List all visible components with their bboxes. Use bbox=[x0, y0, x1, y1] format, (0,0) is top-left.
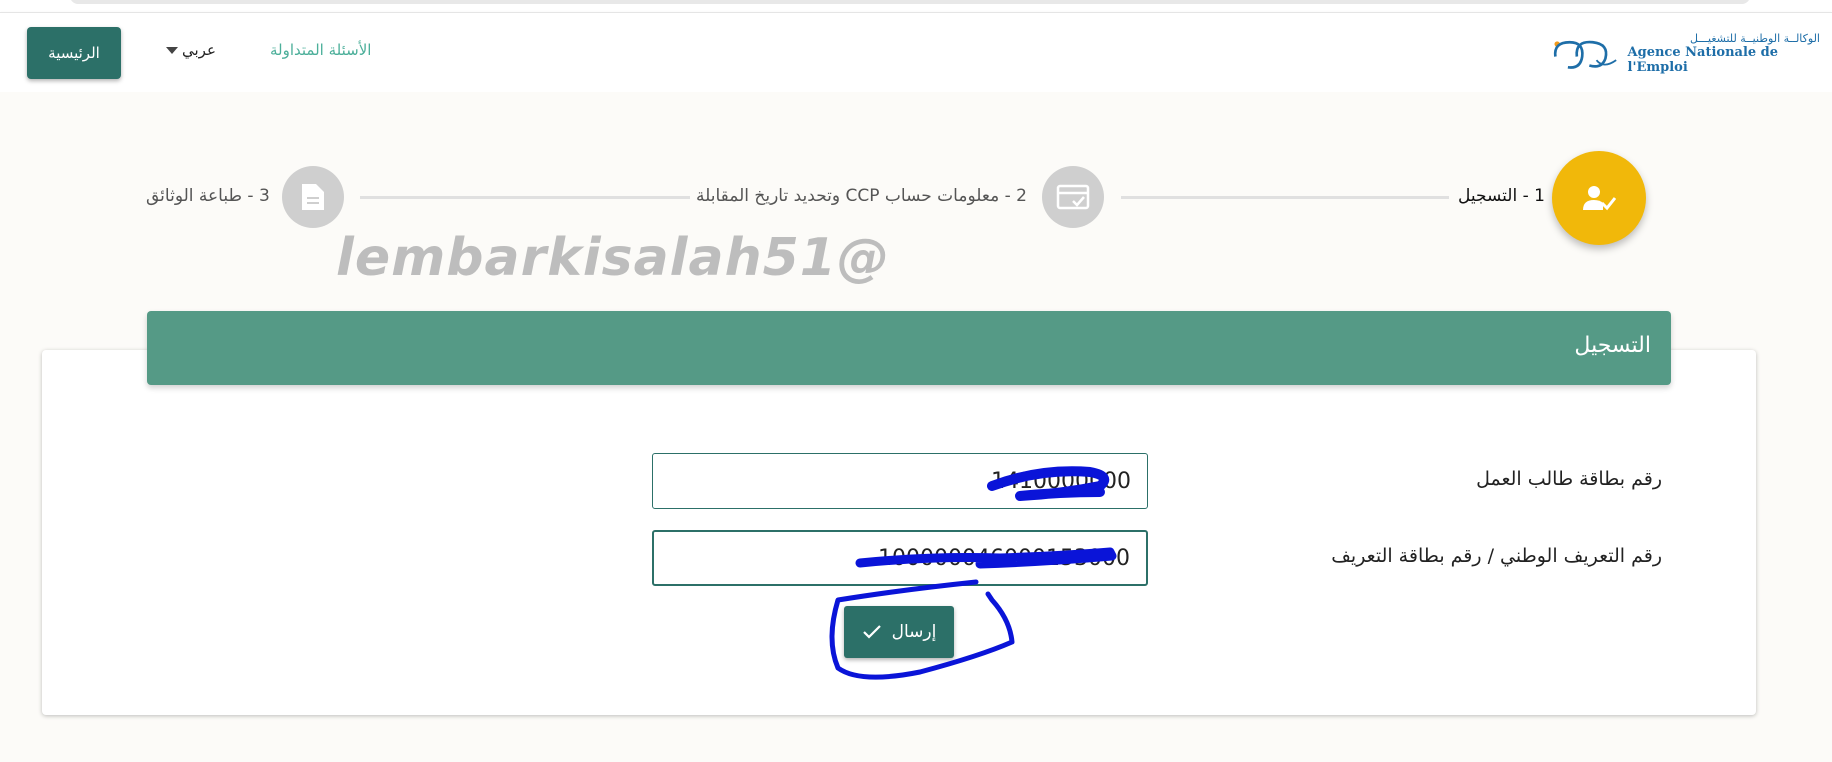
stepper-connector-1 bbox=[1121, 196, 1449, 199]
home-button[interactable]: الرئيسية bbox=[27, 27, 121, 79]
step-1-label: 1 - التسجيل bbox=[1458, 186, 1545, 206]
check-icon bbox=[862, 625, 881, 639]
logo-french-text: Agence Nationale de l'Emploi bbox=[1627, 44, 1779, 75]
faq-link[interactable]: الأسئلة المتداولة bbox=[270, 41, 371, 59]
registration-card-header: التسجيل bbox=[147, 311, 1671, 385]
language-label: عربي bbox=[182, 41, 216, 59]
chevron-down-icon bbox=[166, 46, 178, 54]
user-check-icon bbox=[1583, 186, 1616, 211]
card-title: التسجيل bbox=[1574, 333, 1651, 358]
step-3-circle[interactable] bbox=[282, 166, 344, 228]
submit-label: إرسال bbox=[891, 622, 937, 642]
logo-arabic-text: الوكالــة الوطنيــة للتشغيـــل bbox=[1690, 31, 1820, 45]
national-id-input[interactable] bbox=[652, 530, 1148, 586]
top-navbar: الرئيسية عربي الأسئلة المتداولة الوكالــ… bbox=[0, 12, 1832, 92]
step-2-label: 2 - معلومات حساب CCP وتحديد تاريخ المقاب… bbox=[696, 186, 1027, 206]
watermark-text: lembarkisalah51@ bbox=[336, 228, 890, 288]
language-dropdown[interactable]: عربي bbox=[166, 41, 216, 59]
stepper-connector-2 bbox=[360, 196, 690, 199]
job-card-input[interactable] bbox=[652, 453, 1148, 509]
anem-logo[interactable]: الوكالــة الوطنيــة للتشغيـــل Agence Na… bbox=[1550, 27, 1820, 79]
card-check-icon bbox=[1056, 184, 1090, 210]
document-icon bbox=[302, 184, 324, 210]
submit-button[interactable]: إرسال bbox=[844, 606, 954, 658]
browser-edge bbox=[70, 0, 1750, 4]
national-id-label: رقم التعريف الوطني / رقم بطاقة التعريف bbox=[1331, 545, 1662, 567]
step-1-circle[interactable] bbox=[1552, 151, 1646, 245]
anem-logo-icon bbox=[1553, 40, 1617, 69]
browser-top-strip bbox=[0, 0, 1832, 12]
step-3-label: 3 - طباعة الوثائق bbox=[146, 186, 270, 206]
job-card-label: رقم بطاقة طالب العمل bbox=[1476, 468, 1662, 490]
step-2-circle[interactable] bbox=[1042, 166, 1104, 228]
